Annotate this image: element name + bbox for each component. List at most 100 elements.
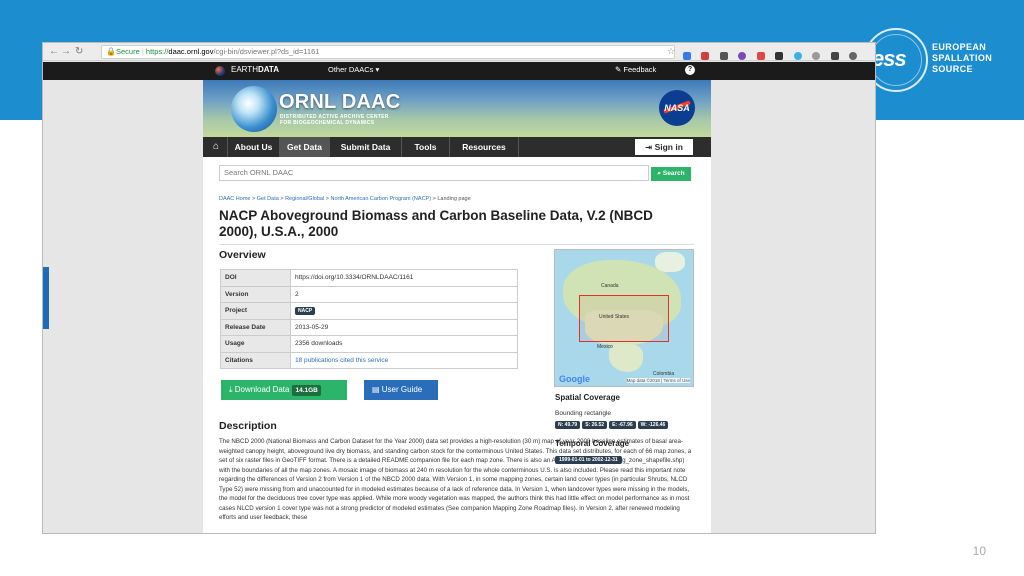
breadcrumb-item[interactable]: Get Data bbox=[257, 196, 279, 202]
browser-screenshot: ← → ↻ 🔒 Secure | https://daac.ornl.gov/c… bbox=[42, 42, 876, 534]
coord-east: E: -67.96 bbox=[609, 421, 636, 429]
nasa-logo[interactable]: NASA bbox=[659, 90, 695, 126]
download-data-button[interactable]: ⤓ Download Data 14.1GB bbox=[221, 380, 347, 400]
earthdata-bar: EARTHDATA Other DAACs ▾ ✎ Feedback ? bbox=[43, 62, 875, 80]
earthdata-feedback-link[interactable]: ✎ Feedback bbox=[615, 65, 656, 74]
citations-value: 18 publications cited this service bbox=[290, 351, 518, 369]
release-value: 2013-05-29 bbox=[290, 318, 518, 336]
project-badge[interactable]: NACP bbox=[295, 306, 316, 315]
reload-icon[interactable]: ↻ bbox=[75, 46, 83, 57]
ess-name-line-3: SOURCE bbox=[932, 64, 973, 74]
table-row: Version 2 bbox=[220, 285, 518, 303]
extension-icon[interactable] bbox=[701, 52, 710, 60]
coord-north: N: 49.79 bbox=[555, 421, 581, 429]
sign-in-label: Sign in bbox=[654, 142, 683, 152]
bookmark-star-icon[interactable]: ☆ bbox=[667, 46, 675, 57]
extension-icon[interactable] bbox=[683, 52, 691, 60]
ess-logo-mark: ess bbox=[872, 46, 907, 71]
nav-tools[interactable]: Tools bbox=[401, 137, 449, 157]
user-guide-button[interactable]: ▤ User Guide bbox=[364, 380, 438, 400]
overview-table: DOI https://doi.org/10.3334/ORNLDAAC/1161… bbox=[220, 269, 518, 369]
extension-icon[interactable] bbox=[849, 52, 858, 60]
search-button[interactable]: ⌕ Search bbox=[651, 167, 691, 181]
overview-heading: Overview bbox=[219, 249, 266, 261]
release-label: Release Date bbox=[220, 318, 291, 336]
secure-label: Secure bbox=[116, 47, 140, 56]
table-row: DOI https://doi.org/10.3334/ORNLDAAC/1161 bbox=[220, 269, 518, 287]
map-land bbox=[655, 252, 685, 272]
ornl-banner: ORNL DAAC DISTRIBUTED ACTIVE ARCHIVE CEN… bbox=[203, 80, 711, 137]
ess-logo-name: EUROPEAN SPALLATION SOURCE bbox=[932, 42, 992, 75]
search-input[interactable]: Search ORNL DAAC bbox=[219, 165, 649, 181]
earthdata-brand[interactable]: EARTHDATA bbox=[231, 65, 279, 74]
sign-in-icon: ⇥ bbox=[645, 142, 655, 152]
nav-submit-data[interactable]: Submit Data bbox=[329, 137, 401, 157]
extension-icon[interactable] bbox=[812, 52, 821, 60]
project-label: Project bbox=[220, 302, 291, 320]
ess-name-line-2: SPALLATION bbox=[932, 53, 993, 63]
breadcrumb-current: Landing page bbox=[437, 196, 471, 202]
version-label: Version bbox=[220, 285, 291, 303]
nav-get-data[interactable]: Get Data bbox=[279, 137, 329, 157]
user-guide-label: User Guide bbox=[381, 385, 423, 394]
home-icon[interactable]: ⌂ bbox=[209, 140, 223, 154]
page-number: 10 bbox=[972, 544, 986, 558]
breadcrumb-item[interactable]: North American Carbon Program (NACP) bbox=[330, 196, 431, 202]
earthdata-feedback-label: Feedback bbox=[623, 65, 657, 74]
lock-icon: 🔒 bbox=[106, 47, 116, 56]
temporal-coverage-heading: Temporal Coverage bbox=[555, 439, 630, 448]
description-text: The NBCD 2000 (National Biomass and Carb… bbox=[219, 438, 692, 521]
coord-west: W: -126.46 bbox=[637, 421, 669, 429]
project-value: NACP bbox=[290, 302, 518, 320]
extension-icon[interactable] bbox=[775, 52, 784, 60]
forward-icon[interactable]: → bbox=[61, 46, 71, 57]
browser-toolbar: ← → ↻ 🔒 Secure | https://daac.ornl.gov/c… bbox=[43, 43, 875, 78]
breadcrumb-item[interactable]: Regional/Global bbox=[285, 196, 324, 202]
extension-icon[interactable] bbox=[793, 52, 802, 60]
map-label-colombia: Colombia bbox=[653, 371, 675, 377]
map-label-us: United States bbox=[599, 314, 630, 320]
map-copyright[interactable]: Map data ©2018 | Terms of Use bbox=[626, 378, 690, 383]
feedback-side-tab[interactable] bbox=[43, 267, 49, 329]
usage-label: Usage bbox=[220, 335, 291, 353]
ornl-globe-logo[interactable] bbox=[231, 86, 277, 132]
download-label: Download Data bbox=[234, 385, 290, 394]
main-nav: ⌂ About Us Get Data Submit Data Tools Re… bbox=[203, 137, 711, 157]
extension-icon[interactable] bbox=[756, 52, 765, 60]
daac-page: ORNL DAAC DISTRIBUTED ACTIVE ARCHIVE CEN… bbox=[203, 80, 711, 533]
earthdata-logo-icon bbox=[215, 66, 225, 76]
title-divider bbox=[219, 244, 694, 245]
table-row: Release Date 2013-05-29 bbox=[220, 318, 518, 336]
ess-logo: ess EUROPEAN SPALLATION SOURCE bbox=[862, 28, 1024, 120]
extension-icon[interactable] bbox=[719, 52, 728, 60]
back-icon[interactable]: ← bbox=[49, 46, 59, 57]
other-daacs-menu[interactable]: Other DAACs ▾ bbox=[328, 65, 379, 74]
breadcrumb-item[interactable]: DAAC Home bbox=[219, 196, 250, 202]
earthdata-brand-suffix: DATA bbox=[257, 65, 279, 74]
extension-icons bbox=[683, 47, 873, 78]
ornl-subtitle: DISTRIBUTED ACTIVE ARCHIVE CENTER FOR BI… bbox=[280, 114, 389, 126]
slide: ess EUROPEAN SPALLATION SOURCE ← → ↻ 🔒 S… bbox=[0, 0, 1024, 576]
download-size-badge: 14.1GB bbox=[292, 385, 321, 396]
coordinate-badges: N: 49.79 S: 26.52 E: -67.96 W: -126.46 bbox=[555, 421, 670, 429]
description-heading: Description bbox=[219, 420, 277, 432]
citations-link[interactable]: 18 publications cited this service bbox=[295, 357, 388, 364]
search-button-label: Search bbox=[662, 170, 685, 177]
nav-resources[interactable]: Resources bbox=[449, 137, 519, 157]
extension-icon[interactable] bbox=[830, 52, 839, 60]
coverage-map[interactable]: Canada United States Mexico Colombia Goo… bbox=[554, 249, 694, 387]
spatial-coverage-heading: Spatial Coverage bbox=[555, 393, 620, 402]
sign-in-button[interactable]: ⇥ Sign in bbox=[635, 139, 693, 155]
citations-label: Citations bbox=[220, 351, 291, 369]
document-icon: ▤ bbox=[372, 385, 382, 394]
table-row: Project NACP bbox=[220, 302, 518, 320]
extension-icon[interactable] bbox=[738, 52, 747, 60]
address-bar[interactable]: 🔒 Secure | https://daac.ornl.gov/cgi-bin… bbox=[101, 45, 675, 59]
help-icon[interactable]: ? bbox=[685, 65, 695, 75]
nav-about-us[interactable]: About Us bbox=[227, 137, 279, 157]
ess-name-line-1: EUROPEAN bbox=[932, 42, 987, 52]
table-row: Usage 2356 downloads bbox=[220, 335, 518, 353]
bounding-rectangle-label: Bounding rectangle bbox=[555, 410, 612, 417]
url-host: daac.ornl.gov bbox=[168, 47, 214, 56]
ornl-title[interactable]: ORNL DAAC bbox=[279, 91, 400, 114]
